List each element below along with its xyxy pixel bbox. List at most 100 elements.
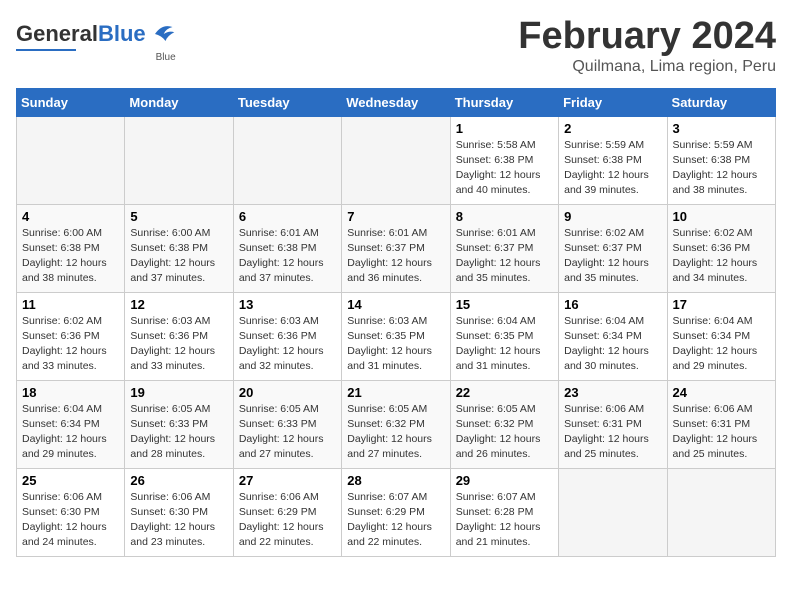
day-info: Sunrise: 6:04 AMSunset: 6:34 PMDaylight:… xyxy=(564,314,661,375)
week-row-3: 18 Sunrise: 6:04 AMSunset: 6:34 PMDayligh… xyxy=(17,380,776,468)
calendar-cell: 24Sunrise: 6:06 AMSunset: 6:31 PMDayligh… xyxy=(667,380,775,468)
day-info: Sunrise: 6:02 AMSunset: 6:36 PMDaylight:… xyxy=(673,226,770,287)
day-number: 18 xyxy=(22,385,119,400)
weekday-header-sunday: Sunday xyxy=(17,88,125,116)
day-number: 29 xyxy=(456,473,553,488)
weekday-header-monday: Monday xyxy=(125,88,233,116)
logo-icon xyxy=(148,20,176,48)
day-info: Sunrise: 5:58 AMSunset: 6:38 PMDaylight:… xyxy=(456,138,553,199)
calendar-cell: 28 Sunrise: 6:07 AMSunset: 6:29 PMDayligh… xyxy=(342,468,450,556)
calendar-cell: 16 Sunrise: 6:04 AMSunset: 6:34 PMDayligh… xyxy=(559,292,667,380)
day-number: 26 xyxy=(130,473,227,488)
calendar-cell: 2 Sunrise: 5:59 AMSunset: 6:38 PMDaylight… xyxy=(559,116,667,204)
calendar-cell: 12 Sunrise: 6:03 AMSunset: 6:36 PMDayligh… xyxy=(125,292,233,380)
day-number: 10 xyxy=(673,209,770,224)
calendar-cell xyxy=(667,468,775,556)
calendar-cell xyxy=(342,116,450,204)
day-number: 17 xyxy=(673,297,770,312)
day-number: 20 xyxy=(239,385,336,400)
day-info: Sunrise: 6:01 AMSunset: 6:37 PMDaylight:… xyxy=(456,226,553,287)
calendar-cell: 25 Sunrise: 6:06 AMSunset: 6:30 PMDayligh… xyxy=(17,468,125,556)
calendar-cell: 13 Sunrise: 6:03 AMSunset: 6:36 PMDayligh… xyxy=(233,292,341,380)
calendar-cell: 19 Sunrise: 6:05 AMSunset: 6:33 PMDayligh… xyxy=(125,380,233,468)
calendar-cell xyxy=(559,468,667,556)
day-number: 16 xyxy=(564,297,661,312)
calendar-cell: 6 Sunrise: 6:01 AMSunset: 6:38 PMDaylight… xyxy=(233,204,341,292)
weekday-header-tuesday: Tuesday xyxy=(233,88,341,116)
calendar-cell: 15Sunrise: 6:04 AMSunset: 6:35 PMDayligh… xyxy=(450,292,558,380)
calendar-body: 1 Sunrise: 5:58 AMSunset: 6:38 PMDaylight… xyxy=(17,116,776,556)
day-info: Sunrise: 6:03 AMSunset: 6:36 PMDaylight:… xyxy=(239,314,336,375)
calendar-cell xyxy=(233,116,341,204)
day-info: Sunrise: 6:02 AMSunset: 6:37 PMDaylight:… xyxy=(564,226,661,287)
day-info: Sunrise: 6:02 AMSunset: 6:36 PMDaylight:… xyxy=(22,314,119,375)
day-info: Sunrise: 6:04 AMSunset: 6:34 PMDaylight:… xyxy=(22,402,119,463)
day-info: Sunrise: 6:01 AMSunset: 6:38 PMDaylight:… xyxy=(239,226,336,287)
calendar-cell: 29 Sunrise: 6:07 AMSunset: 6:28 PMDayligh… xyxy=(450,468,558,556)
day-number: 7 xyxy=(347,209,444,224)
weekday-header-friday: Friday xyxy=(559,88,667,116)
day-info: Sunrise: 6:04 AMSunset: 6:34 PMDaylight:… xyxy=(673,314,770,375)
day-number: 12 xyxy=(130,297,227,312)
day-number: 1 xyxy=(456,121,553,136)
day-info: Sunrise: 6:05 AMSunset: 6:32 PMDaylight:… xyxy=(347,402,444,463)
day-number: 13 xyxy=(239,297,336,312)
day-number: 25 xyxy=(22,473,119,488)
calendar-table: SundayMondayTuesdayWednesdayThursdayFrid… xyxy=(16,88,776,557)
day-info: Sunrise: 6:05 AMSunset: 6:33 PMDaylight:… xyxy=(239,402,336,463)
calendar-cell: 10 Sunrise: 6:02 AMSunset: 6:36 PMDayligh… xyxy=(667,204,775,292)
weekday-header-wednesday: Wednesday xyxy=(342,88,450,116)
week-row-2: 11 Sunrise: 6:02 AMSunset: 6:36 PMDayligh… xyxy=(17,292,776,380)
header: GeneralBlue Blue February 2024 Quilmana,… xyxy=(16,16,776,76)
day-info: Sunrise: 6:00 AMSunset: 6:38 PMDaylight:… xyxy=(130,226,227,287)
day-number: 4 xyxy=(22,209,119,224)
day-number: 22 xyxy=(456,385,553,400)
day-number: 21 xyxy=(347,385,444,400)
day-number: 9 xyxy=(564,209,661,224)
day-info: Sunrise: 6:06 AMSunset: 6:31 PMDaylight:… xyxy=(673,402,770,463)
week-row-1: 4 Sunrise: 6:00 AMSunset: 6:38 PMDaylight… xyxy=(17,204,776,292)
day-info: Sunrise: 6:06 AMSunset: 6:30 PMDaylight:… xyxy=(22,490,119,551)
calendar-cell: 7 Sunrise: 6:01 AMSunset: 6:37 PMDaylight… xyxy=(342,204,450,292)
title-area: February 2024 Quilmana, Lima region, Per… xyxy=(518,16,776,76)
calendar-cell xyxy=(17,116,125,204)
calendar-cell: 27Sunrise: 6:06 AMSunset: 6:29 PMDayligh… xyxy=(233,468,341,556)
calendar-cell: 8 Sunrise: 6:01 AMSunset: 6:37 PMDaylight… xyxy=(450,204,558,292)
calendar-title: February 2024 xyxy=(518,16,776,58)
logo-text: GeneralBlue xyxy=(16,23,146,45)
logo: GeneralBlue Blue xyxy=(16,20,176,63)
calendar-cell: 14Sunrise: 6:03 AMSunset: 6:35 PMDayligh… xyxy=(342,292,450,380)
day-info: Sunrise: 6:05 AMSunset: 6:33 PMDaylight:… xyxy=(130,402,227,463)
day-number: 2 xyxy=(564,121,661,136)
day-number: 27 xyxy=(239,473,336,488)
day-info: Sunrise: 6:01 AMSunset: 6:37 PMDaylight:… xyxy=(347,226,444,287)
calendar-cell: 22 Sunrise: 6:05 AMSunset: 6:32 PMDayligh… xyxy=(450,380,558,468)
calendar-cell: 23Sunrise: 6:06 AMSunset: 6:31 PMDayligh… xyxy=(559,380,667,468)
weekday-header-saturday: Saturday xyxy=(667,88,775,116)
day-number: 3 xyxy=(673,121,770,136)
day-info: Sunrise: 6:03 AMSunset: 6:36 PMDaylight:… xyxy=(130,314,227,375)
day-number: 11 xyxy=(22,297,119,312)
week-row-4: 25 Sunrise: 6:06 AMSunset: 6:30 PMDayligh… xyxy=(17,468,776,556)
day-info: Sunrise: 5:59 AMSunset: 6:38 PMDaylight:… xyxy=(564,138,661,199)
calendar-cell: 17 Sunrise: 6:04 AMSunset: 6:34 PMDayligh… xyxy=(667,292,775,380)
weekday-header-thursday: Thursday xyxy=(450,88,558,116)
calendar-cell: 18 Sunrise: 6:04 AMSunset: 6:34 PMDayligh… xyxy=(17,380,125,468)
calendar-cell: 26Sunrise: 6:06 AMSunset: 6:30 PMDayligh… xyxy=(125,468,233,556)
calendar-cell xyxy=(125,116,233,204)
day-number: 23 xyxy=(564,385,661,400)
calendar-cell: 9 Sunrise: 6:02 AMSunset: 6:37 PMDaylight… xyxy=(559,204,667,292)
day-number: 15 xyxy=(456,297,553,312)
calendar-cell: 21 Sunrise: 6:05 AMSunset: 6:32 PMDayligh… xyxy=(342,380,450,468)
day-number: 6 xyxy=(239,209,336,224)
day-number: 19 xyxy=(130,385,227,400)
day-info: Sunrise: 6:07 AMSunset: 6:28 PMDaylight:… xyxy=(456,490,553,551)
day-number: 8 xyxy=(456,209,553,224)
day-info: Sunrise: 6:05 AMSunset: 6:32 PMDaylight:… xyxy=(456,402,553,463)
day-info: Sunrise: 6:07 AMSunset: 6:29 PMDaylight:… xyxy=(347,490,444,551)
calendar-cell: 1 Sunrise: 5:58 AMSunset: 6:38 PMDaylight… xyxy=(450,116,558,204)
calendar-subtitle: Quilmana, Lima region, Peru xyxy=(518,58,776,76)
day-info: Sunrise: 6:00 AMSunset: 6:38 PMDaylight:… xyxy=(22,226,119,287)
day-number: 28 xyxy=(347,473,444,488)
week-row-0: 1 Sunrise: 5:58 AMSunset: 6:38 PMDaylight… xyxy=(17,116,776,204)
